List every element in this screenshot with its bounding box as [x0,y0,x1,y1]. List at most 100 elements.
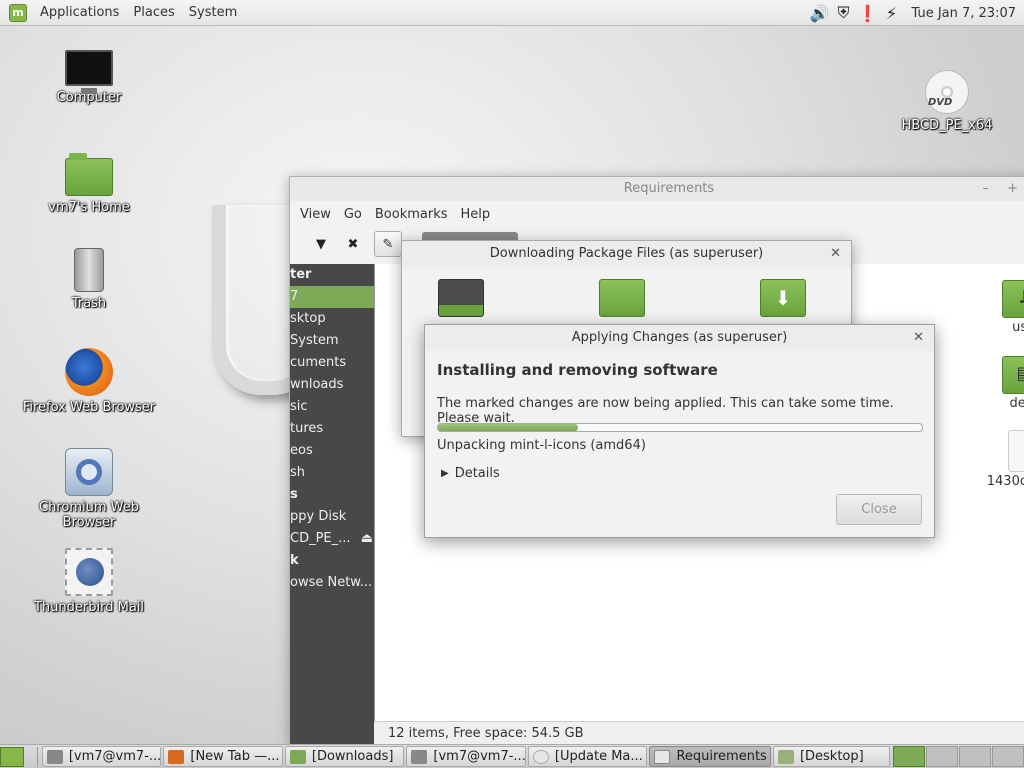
disk-image-icon [1008,430,1024,472]
close-icon[interactable]: ✕ [913,325,924,351]
taskbar-item-requirements[interactable]: Requirements [649,746,771,767]
taskbar-label: [Update Ma... [554,749,643,764]
taskbar-label: [vm7@vm7-... [433,749,526,764]
system-tray: 🔊 ⛨ ❗ ⚡ Tue Jan 7, 23:07 [807,0,1024,26]
maximize-icon[interactable]: + [1007,181,1018,196]
trash-icon [74,248,104,292]
pencil-icon: ✎ [382,236,394,252]
desktop-icon-trash[interactable]: Trash [14,248,164,311]
desktop-icon-home[interactable]: vm7's Home [14,152,164,215]
edit-path-button[interactable]: ✎ [374,231,402,257]
workspace-3[interactable] [959,746,992,767]
sidebar-item-music[interactable]: sic [290,396,374,418]
progress-fill [438,424,579,431]
menu-bookmarks[interactable]: Bookmarks [375,207,448,222]
progress-status: Unpacking mint-l-icons (amd64) [437,438,646,453]
update-notice-icon[interactable]: ❗ [856,2,878,24]
menu-applications[interactable]: Applications [33,5,126,20]
taskbar-label: Requirements [676,749,767,764]
sidebar-item-documents[interactable]: cuments [290,352,374,374]
desktop-icon [777,749,794,764]
taskbar-item-terminal-1[interactable]: [vm7@vm7-... [41,746,162,767]
taskbar-item-terminal-2[interactable]: [vm7@vm7-... [406,746,526,767]
sidebar-item-home[interactable]: 7 [290,286,374,308]
terminal-icon [46,749,63,764]
workspace-2[interactable] [926,746,959,767]
taskbar-item-downloads[interactable]: [Downloads] [284,746,405,767]
desktop-icon-label: Thunderbird Mail [33,600,145,615]
terminal-icon [411,749,428,764]
dialog-titlebar[interactable]: Downloading Package Files (as superuser)… [402,241,851,267]
taskbar-item-firefox[interactable]: [New Tab —... [163,746,283,767]
details-expander[interactable]: ▶ Details [441,466,500,481]
dvd-icon: DVD [925,70,969,114]
close-button[interactable]: Close [836,494,922,525]
documents-folder-icon [599,279,645,317]
workspace-4[interactable] [992,746,1024,767]
file-item-music[interactable]: ♫ usic [970,280,1024,335]
desktop-icon-label: Firefox Web Browser [22,400,156,415]
desktop-icon-thunderbird[interactable]: Thunderbird Mail [14,548,164,615]
window-titlebar[interactable]: Requirements – + [290,177,1024,201]
file-item-img[interactable]: 1430os.img [970,430,1024,489]
sidebar-item-downloads[interactable]: wnloads [290,374,374,396]
desktop-icon-chromium[interactable]: Chromium Web Browser [14,448,164,530]
menu-places[interactable]: Places [126,5,181,20]
top-panel: m Applications Places System 🔊 ⛨ ❗ ⚡ Tue… [0,0,1024,26]
taskbar-label: [vm7@vm7-... [68,749,162,764]
file-label: usic [1012,320,1024,335]
sidebar-heading-devices: s [290,487,298,502]
clock[interactable]: Tue Jan 7, 23:07 [903,6,1024,21]
menubar: View Go Bookmarks Help [290,201,1024,227]
menu-system[interactable]: System [182,5,244,20]
menu-view[interactable]: View [300,207,331,222]
show-desktop-icon[interactable] [0,746,24,767]
sidebar-item-filesystem[interactable]: System [290,330,374,352]
dialog-titlebar[interactable]: Applying Changes (as superuser) ✕ [425,325,934,351]
computer-icon [65,50,113,94]
folder-icon [289,749,306,764]
desktop-icon-computer[interactable]: Computer [14,44,164,105]
taskbar-item-update-manager[interactable]: [Update Ma... [527,746,648,767]
sidebar-item-trash[interactable]: sh [290,462,374,484]
downloads-folder-icon: ⬇ [760,279,806,317]
sidebar-item-pictures[interactable]: tures [290,418,374,440]
desktop-icon-label: Chromium Web Browser [39,500,139,530]
volume-icon[interactable]: 🔊 [808,2,830,24]
sidebar-item-floppy[interactable]: ppy Disk [290,506,374,528]
panel-separator [26,746,38,767]
desktop-icon-firefox[interactable]: Firefox Web Browser [14,348,164,415]
file-label: deos [1009,396,1024,411]
close-icon[interactable]: ✕ [830,241,841,267]
menu-help[interactable]: Help [461,207,491,222]
sidebar-item-browse-network[interactable]: owse Netw... [290,572,374,594]
desktop-icon-label: Trash [71,296,107,311]
sidebar: ter 7 sktop System cuments wnloads sic t… [290,264,374,745]
file-label: 1430os.img [986,474,1024,489]
firefox-icon [168,749,185,764]
eject-icon[interactable]: ⏏ [361,531,373,546]
minimize-icon[interactable]: – [982,181,989,196]
mint-menu-icon[interactable]: m [9,3,27,22]
bottom-panel: [vm7@vm7-... [New Tab —... [Downloads] [… [0,744,1024,768]
dvd-badge: DVD [928,97,953,108]
taskbar-item-desktop[interactable]: [Desktop] [772,746,891,767]
sidebar-item-hbcd[interactable]: CD_PE_... ⏏ [290,528,374,550]
shield-icon[interactable]: ⛨ [832,2,854,24]
dropdown-arrow-icon[interactable]: ▼ [310,233,332,255]
sidebar-item-videos[interactable]: eos [290,440,374,462]
details-label: Details [454,466,500,481]
file-item-videos[interactable]: ▤ deos [970,356,1024,411]
close-icon[interactable]: ✖ [342,233,364,255]
window-title: Requirements [623,181,715,196]
network-icon[interactable]: ⚡ [880,2,902,24]
desktop-icon-dvd[interactable]: DVD HBCD_PE_x64 [872,70,1022,133]
sidebar-item-desktop[interactable]: sktop [290,308,374,330]
workspace-1[interactable] [893,746,926,767]
dialog-message: The marked changes are now being applied… [437,396,894,426]
menu-go[interactable]: Go [344,207,362,222]
home-folder-icon [65,153,113,196]
dialog-title: Downloading Package Files (as superuser) [489,246,764,261]
progress-bar [437,423,923,432]
expander-arrow-icon: ▶ [441,468,449,479]
